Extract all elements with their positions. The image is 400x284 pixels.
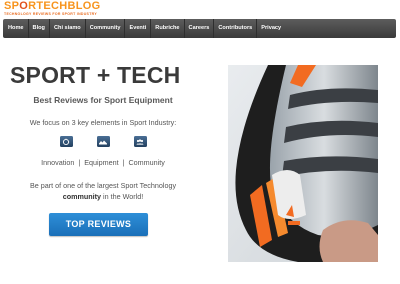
nav-item-rubriche[interactable]: Rubriche: [151, 19, 185, 38]
key-elements-text: Innovation | Equipment | Community: [3, 158, 203, 167]
nav-item-chi-siamo[interactable]: Chi siamo: [50, 19, 86, 38]
nav-item-careers[interactable]: Careers: [185, 19, 215, 38]
separator: |: [78, 158, 81, 167]
nav-item-home[interactable]: Home: [3, 19, 29, 38]
community-icon: [133, 136, 147, 147]
hero-title: SPORT + TECH: [10, 62, 181, 88]
element-equipment: Equipment: [84, 158, 119, 167]
running-shoe-image: [228, 65, 378, 262]
nav-item-blog[interactable]: Blog: [29, 19, 50, 38]
nav-item-privacy[interactable]: Privacy: [257, 19, 285, 38]
logo-wordmark: SPORTECHBLOG: [4, 0, 101, 12]
site-logo[interactable]: SPORTECHBLOG TECHNOLOGY REVIEWS FOR SPOR…: [4, 0, 101, 16]
hero-cta-text: Be part of one of the largest Sport Tech…: [3, 180, 203, 202]
hero-banner: SPORT + TECH Best Reviews for Sport Equi…: [3, 45, 396, 281]
cta-line-1: Be part of one of the largest Sport Tech…: [29, 181, 177, 190]
hero-focus-text: We focus on 3 key elements in Sport Indu…: [29, 118, 177, 127]
main-nav: Home Blog Chi siamo Community Eventi Rub…: [3, 19, 396, 38]
innovation-icon: [59, 136, 73, 147]
equipment-icon: [96, 136, 110, 147]
logo-tagline: TECHNOLOGY REVIEWS FOR SPORT INDUSTRY: [4, 12, 97, 16]
element-innovation: Innovation: [41, 158, 75, 167]
hero-subtitle: Best Reviews for Sport Equipment: [33, 95, 173, 105]
nav-item-eventi[interactable]: Eventi: [125, 19, 152, 38]
nav-item-contributors[interactable]: Contributors: [214, 19, 258, 38]
element-community: Community: [128, 158, 165, 167]
separator: |: [122, 158, 125, 167]
cta-community-link: community: [62, 192, 102, 201]
cta-line-2: in the World!: [101, 192, 144, 201]
top-reviews-button[interactable]: TOP REVIEWS: [49, 213, 148, 236]
nav-item-community[interactable]: Community: [86, 19, 126, 38]
key-elements-icons: [3, 136, 203, 147]
